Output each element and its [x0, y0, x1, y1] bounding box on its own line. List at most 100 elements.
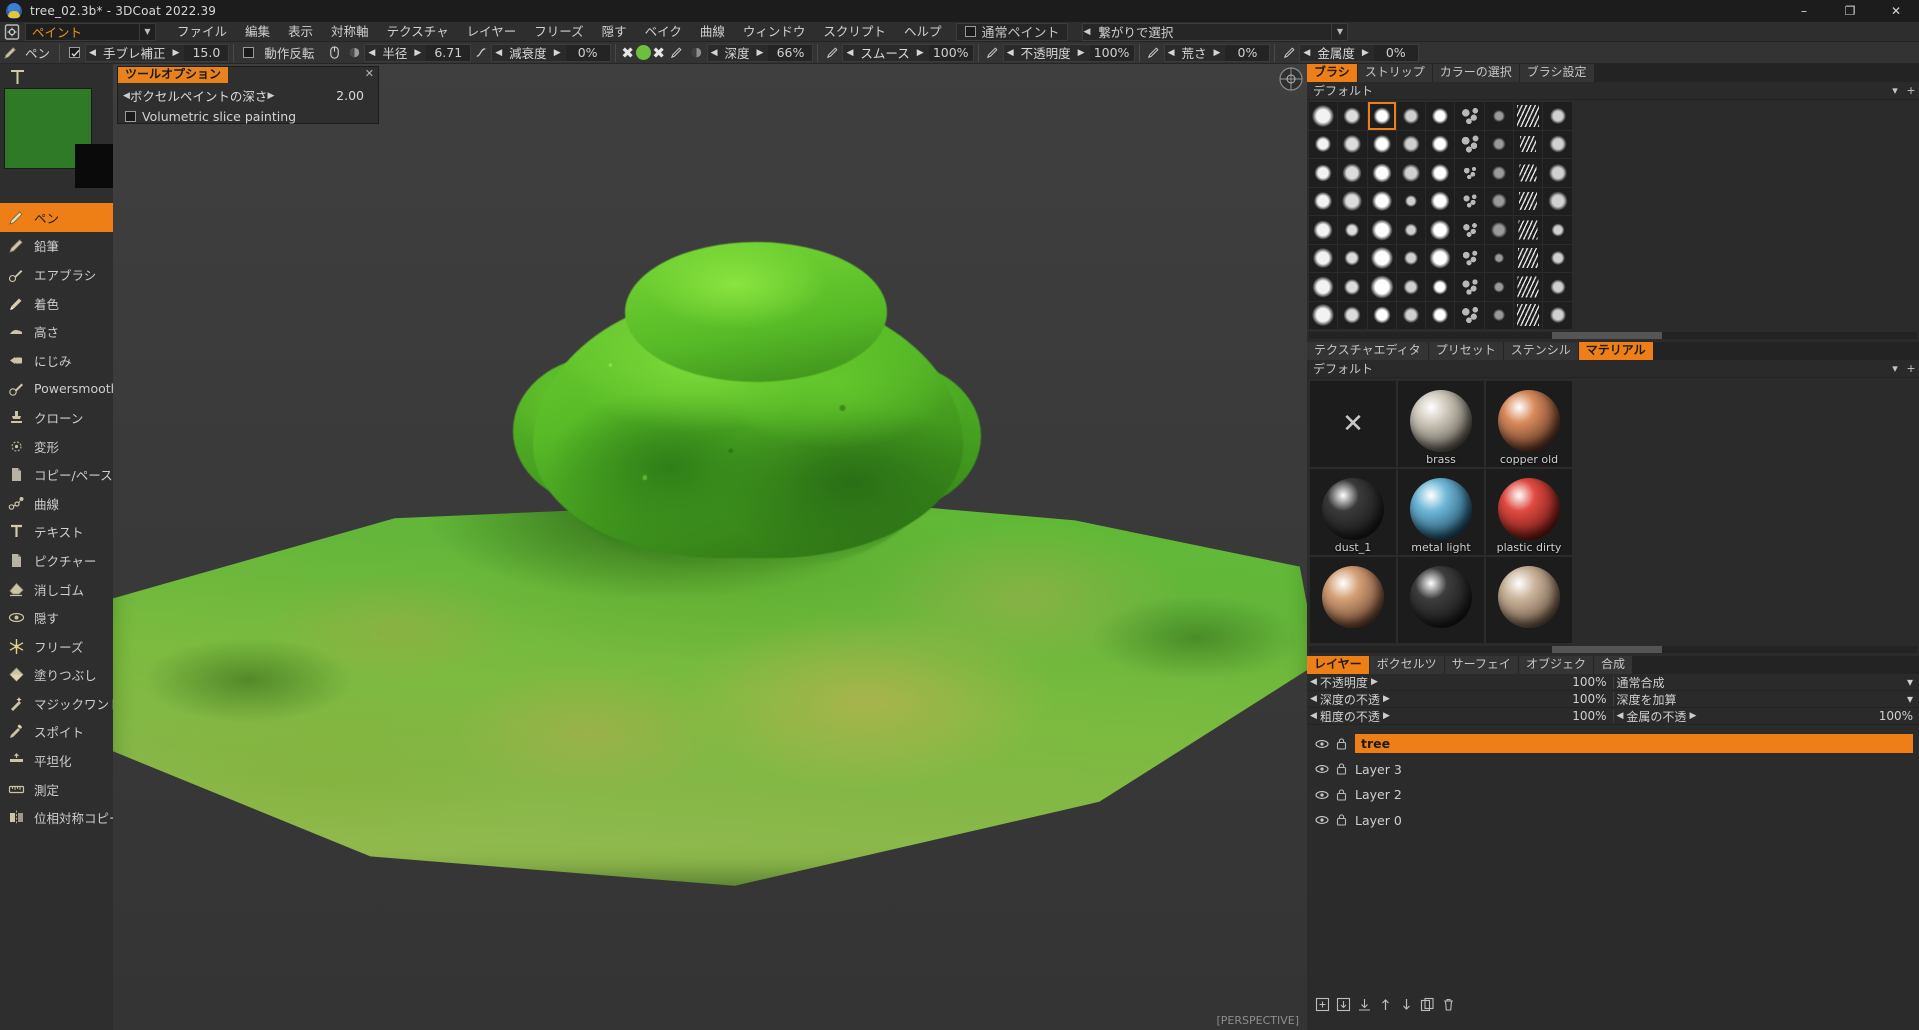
tool-deform[interactable]: 変形 — [0, 432, 113, 461]
brush-thumbnail[interactable] — [1543, 159, 1572, 187]
triangle-right-icon[interactable]: ▶ — [754, 48, 767, 58]
brush-thumbnail[interactable] — [1396, 216, 1426, 244]
falloff-value[interactable]: 0% — [565, 44, 610, 61]
brush-thumbnail[interactable] — [1367, 102, 1396, 130]
brush-thumbnail[interactable] — [1514, 301, 1543, 329]
brush-thumbnail[interactable] — [1426, 102, 1455, 130]
chevron-down-icon[interactable]: ▾ — [1907, 675, 1919, 689]
tab-objects[interactable]: オブジェク — [1518, 656, 1594, 674]
brush-thumbnail[interactable] — [1338, 301, 1367, 329]
brush-thumbnail[interactable] — [1426, 301, 1455, 329]
brush-thumbnail[interactable] — [1455, 244, 1484, 272]
brush-thumbnail[interactable] — [1514, 216, 1543, 244]
opacity-value[interactable]: 100% — [1089, 44, 1134, 61]
chevron-down-icon[interactable]: ▼ — [140, 22, 156, 41]
brush-preset-name[interactable]: デフォルト — [1307, 82, 1373, 99]
triangle-right-icon[interactable]: ▶ — [267, 91, 274, 101]
tab-strips[interactable]: ストリップ — [1357, 64, 1433, 82]
chevron-down-icon[interactable]: ▾ — [1887, 83, 1903, 99]
voxel-paint-depth-value[interactable]: 2.00 — [336, 88, 364, 103]
normal-paint-toggle[interactable]: 通常ペイント — [956, 22, 1069, 41]
brush-thumbnail[interactable] — [1455, 187, 1484, 215]
layer-item-layer-3[interactable]: Layer 3 — [1307, 757, 1919, 783]
material-thumbnail[interactable] — [1398, 557, 1484, 643]
brush-thumbnail[interactable] — [1309, 187, 1338, 215]
triangle-right-icon[interactable]: ▶ — [1383, 694, 1390, 704]
mouse-icon[interactable] — [324, 43, 344, 63]
brush-thumbnail[interactable] — [1543, 187, 1572, 215]
chevron-down-icon[interactable]: ▾ — [1907, 692, 1919, 706]
tab-texture-editor[interactable]: テクスチャエディタ — [1307, 342, 1429, 360]
tool-hide[interactable]: 隠す — [0, 603, 113, 632]
close-icon[interactable]: ✕ — [365, 68, 374, 79]
menu-file[interactable]: ファイル — [168, 22, 236, 42]
eye-icon[interactable] — [1315, 788, 1329, 802]
lock-icon[interactable] — [1336, 737, 1348, 751]
tab-materials[interactable]: マテリアル — [1578, 342, 1654, 360]
brush-thumbnail[interactable] — [1338, 102, 1367, 130]
falloff-spinner[interactable]: ◀ 減衰度 ▶ 0% — [491, 43, 611, 62]
brush-thumbnail[interactable] — [1543, 301, 1572, 329]
brush-thumbnail[interactable] — [1514, 187, 1543, 215]
opacity-spinner[interactable]: ◀ 不透明度 ▶ 100% — [1002, 43, 1135, 62]
menu-symmetry[interactable]: 対称軸 — [322, 22, 378, 42]
triangle-left-icon[interactable]: ◀ — [1004, 48, 1017, 58]
menu-hide[interactable]: 隠す — [593, 22, 636, 42]
material-thumbnail[interactable] — [1310, 557, 1396, 643]
brush-thumbnail[interactable] — [1455, 130, 1484, 158]
triangle-right-icon[interactable]: ▶ — [1383, 711, 1390, 721]
tool-options-panel[interactable]: ツールオプション ✕ ◀ ボクセルペイントの深さ ▶ 2.00 Volumetr… — [117, 66, 379, 124]
mode-selector[interactable]: ペイント — [25, 22, 140, 41]
menu-layer[interactable]: レイヤー — [458, 22, 526, 42]
triangle-left-icon[interactable]: ◀ — [843, 48, 856, 58]
brush-thumbnail[interactable] — [1484, 130, 1514, 158]
material-thumbnail[interactable]: copper old — [1486, 381, 1572, 467]
triangle-left-icon[interactable]: ◀ — [1617, 711, 1624, 721]
brush-thumbnail[interactable] — [1396, 102, 1426, 130]
layer-item-layer-0[interactable]: Layer 0 — [1307, 808, 1919, 834]
merge-down-icon[interactable] — [1336, 997, 1351, 1012]
brush-grid[interactable] — [1307, 100, 1919, 329]
smooth-value[interactable]: 100% — [928, 44, 973, 61]
metalness-spinner[interactable]: ◀ 金属度 ▶ 0% — [1299, 43, 1419, 62]
brush-thumbnail[interactable] — [1367, 273, 1396, 301]
brush-thumbnail[interactable] — [1543, 102, 1572, 130]
layer-name[interactable]: tree — [1355, 734, 1913, 754]
brush-thumbnail[interactable] — [1396, 130, 1426, 158]
roughness-opacity-cell[interactable]: ◀ 粗度の不透 ▶ 100% — [1307, 708, 1613, 725]
tool-measure[interactable]: 測定 — [0, 775, 113, 804]
menu-texture[interactable]: テクスチャ — [378, 22, 458, 42]
material-thumbnail[interactable]: ✕ — [1310, 381, 1396, 467]
brush-thumbnail[interactable] — [1396, 244, 1426, 272]
brush-thumbnail[interactable] — [1484, 216, 1514, 244]
menu-bake[interactable]: ベイク — [636, 22, 691, 42]
volumetric-slice-painting-row[interactable]: Volumetric slice painting — [118, 107, 378, 125]
pen-small-icon[interactable] — [983, 43, 1003, 63]
tool-airbrush[interactable]: エアブラシ — [0, 260, 113, 289]
brush-thumbnail[interactable] — [1514, 159, 1543, 187]
brush-thumbnail[interactable] — [1484, 159, 1514, 187]
brush-thumbnail[interactable] — [1543, 273, 1572, 301]
depth-spinner[interactable]: ◀ 深度 ▶ 66% — [706, 43, 814, 62]
merge-visible-icon[interactable] — [1357, 997, 1372, 1012]
material-grid-scrollbar[interactable] — [1309, 646, 1917, 653]
triangle-left-icon[interactable]: ◀ — [365, 48, 378, 58]
brush-thumbnail[interactable] — [1338, 244, 1367, 272]
brush-thumbnail[interactable] — [1367, 159, 1396, 187]
tab-color-picker[interactable]: カラーの選択 — [1432, 64, 1520, 82]
brush-thumbnail[interactable] — [1396, 273, 1426, 301]
tool-flatten[interactable]: 平坦化 — [0, 746, 113, 775]
triangle-right-icon[interactable]: ▶ — [411, 48, 424, 58]
move-up-icon[interactable] — [1378, 997, 1393, 1012]
brush-thumbnail[interactable] — [1309, 130, 1338, 158]
menu-view[interactable]: 表示 — [279, 22, 322, 42]
triangle-right-icon[interactable]: ▶ — [1689, 711, 1696, 721]
scrollbar-thumb[interactable] — [1552, 332, 1662, 339]
tool-text[interactable]: テキスト — [0, 518, 113, 547]
triangle-left-icon[interactable]: ◀ — [708, 48, 721, 58]
roughness-opacity-value[interactable]: 100% — [1572, 709, 1612, 723]
triangle-right-icon[interactable]: ▶ — [169, 48, 182, 58]
brush-thumbnail[interactable] — [1367, 187, 1396, 215]
brush-thumbnail[interactable] — [1484, 187, 1514, 215]
brush-thumbnail[interactable] — [1426, 187, 1455, 215]
